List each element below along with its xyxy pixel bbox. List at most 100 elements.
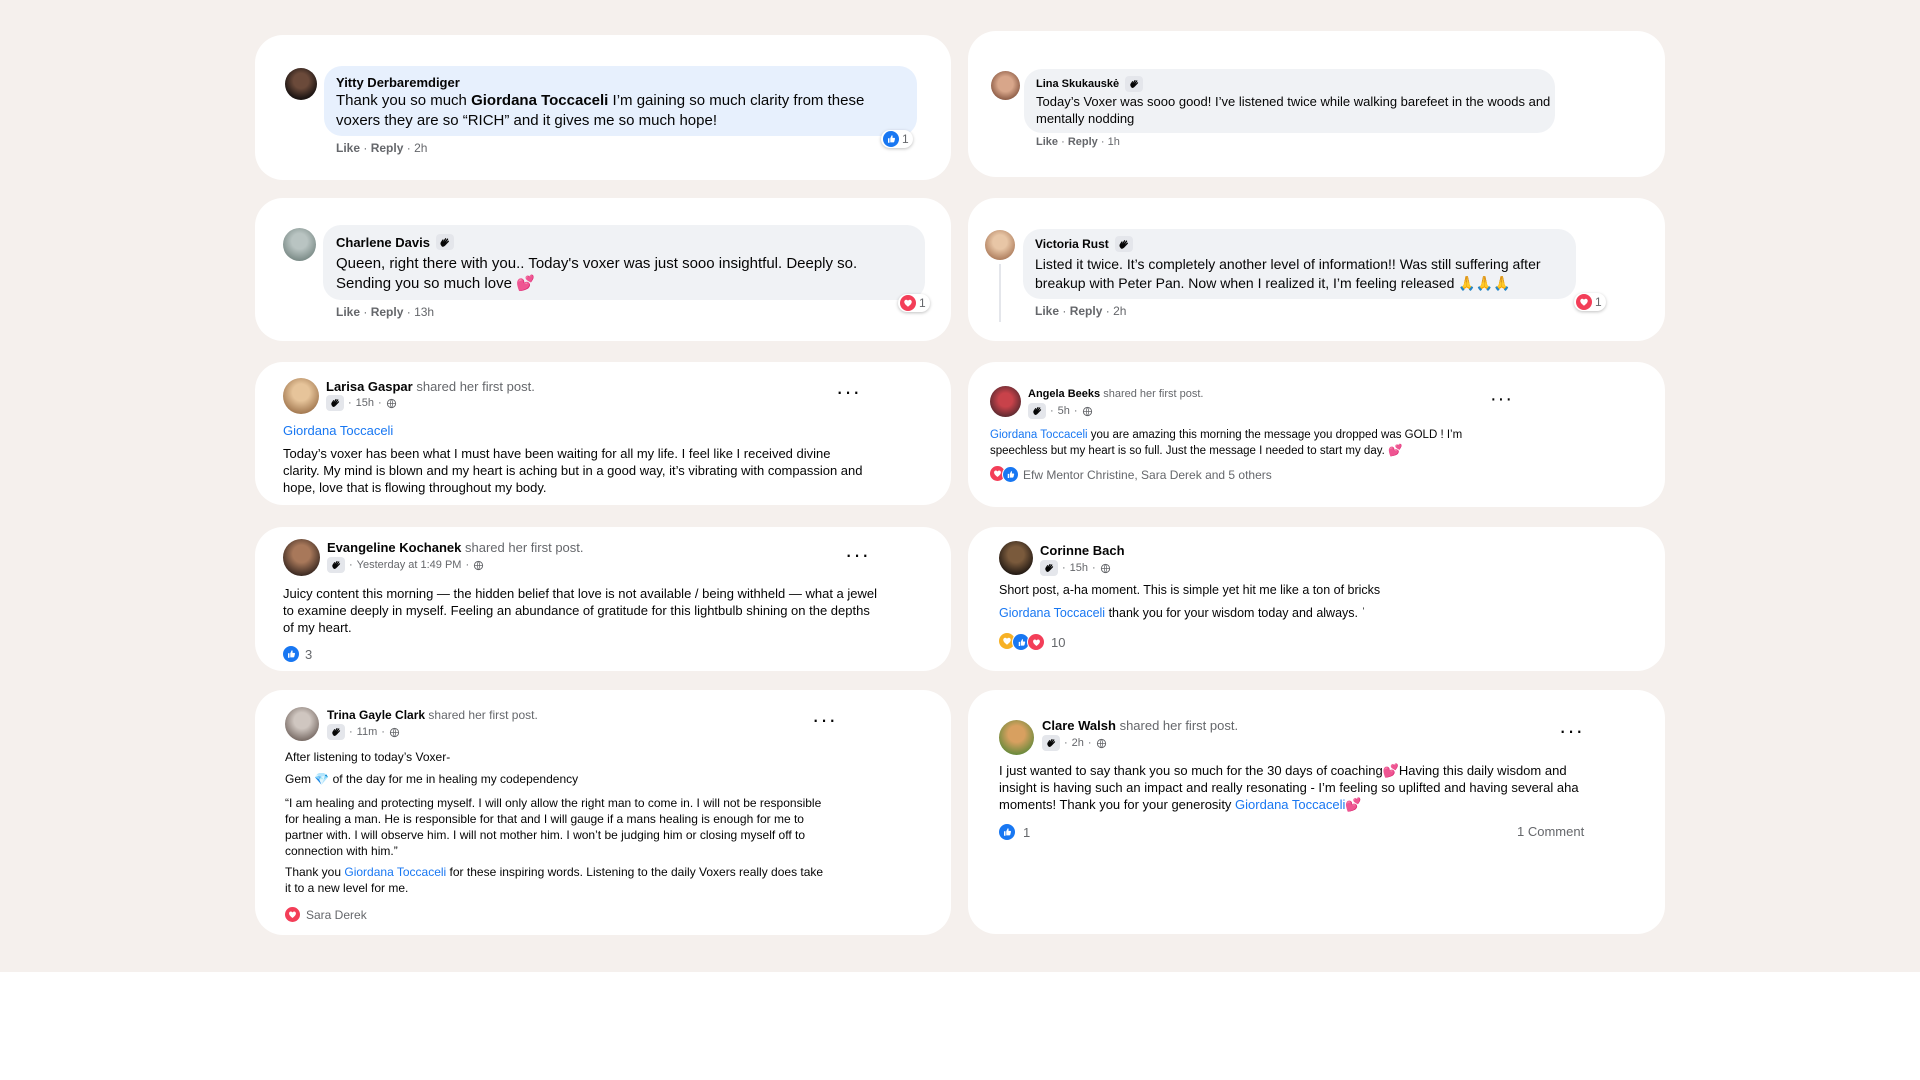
comment-time[interactable]: 13h [414, 305, 434, 319]
comment-time[interactable]: 2h [1113, 304, 1126, 318]
reactions-summary[interactable]: Sara Derek [285, 907, 367, 922]
mention-link[interactable]: Giordana Toccaceli [1235, 797, 1345, 812]
comment-actions: Like · Reply · 2h [336, 141, 427, 155]
post-meta: · 5h · [1028, 403, 1093, 419]
post-time[interactable]: Yesterday at 1:49 PM [357, 559, 462, 571]
post-author[interactable]: Angela Beeks [1028, 388, 1100, 400]
comment-time[interactable]: 1h [1108, 136, 1120, 148]
comment-author[interactable]: Yitty Derbaremdiger [336, 75, 460, 90]
like-button[interactable]: Like [1035, 304, 1059, 318]
post-author[interactable]: Trina Gayle Clark [327, 708, 425, 722]
like-icon [283, 646, 299, 662]
reaction-badge[interactable]: 1 [1574, 293, 1606, 311]
post-shared-label: shared her first post. [465, 540, 584, 555]
separator: · [406, 141, 411, 155]
separator: · [1092, 562, 1096, 574]
post-header: Trina Gayle Clark shared her first post. [327, 708, 538, 722]
mention-link[interactable]: Giordana Toccaceli [471, 92, 608, 109]
post-text-line2: Giordana Toccaceli thank you for your wi… [999, 606, 1366, 620]
more-options-button[interactable]: ··· [836, 381, 861, 403]
comment-author-row: Victoria Rust [1035, 236, 1133, 252]
comment-author[interactable]: Charlene Davis [336, 235, 430, 250]
reactions-summary[interactable]: 1 [999, 824, 1030, 840]
comment-author[interactable]: Lina Skukauskė [1036, 78, 1119, 90]
reaction-count: 1 [919, 296, 926, 310]
comment-card-charlene: Charlene Davis Queen, right there with y… [255, 198, 951, 341]
avatar[interactable] [985, 230, 1015, 260]
comments-count-link[interactable]: 1 Comment [1517, 824, 1584, 839]
reaction-badge[interactable]: 1 [898, 294, 930, 312]
post-line1: After listening to today’s Voxer- [285, 750, 451, 764]
avatar[interactable] [991, 71, 1020, 100]
post-text: Short post, a-ha moment. This is simple … [999, 583, 1381, 597]
comment-actions: Like · Reply · 13h [336, 305, 434, 319]
separator: · [1087, 737, 1092, 749]
mention-link[interactable]: Giordana Toccaceli [344, 865, 446, 879]
reaction-badge[interactable]: 1 [881, 130, 913, 148]
avatar[interactable] [285, 707, 319, 741]
reactions-summary[interactable]: 10 [999, 633, 1065, 651]
avatar[interactable] [999, 541, 1033, 575]
avatar[interactable] [990, 386, 1021, 417]
separator: · [465, 559, 470, 571]
reply-button[interactable]: Reply [371, 305, 404, 319]
like-button[interactable]: Like [336, 305, 360, 319]
post-author[interactable]: Larisa Gaspar [326, 379, 413, 394]
globe-icon [473, 560, 484, 571]
post-author[interactable]: Evangeline Kochanek [327, 540, 461, 555]
post-time[interactable]: 5h [1058, 405, 1070, 417]
comment-card-lina: Lina Skukauskė Today’s Voxer was sooo go… [968, 31, 1665, 177]
post-time[interactable]: 2h [1072, 737, 1084, 749]
comment-actions: Like · Reply · 1h [1036, 136, 1120, 148]
post-author[interactable]: Corinne Bach [1040, 543, 1125, 558]
post-header: Angela Beeks shared her first post. [1028, 388, 1204, 400]
avatar[interactable] [283, 228, 316, 261]
post-line2: Gem 💎 of the day for me in healing my co… [285, 772, 578, 786]
reply-button[interactable]: Reply [371, 141, 404, 155]
more-options-button[interactable]: ··· [1490, 389, 1513, 409]
avatar[interactable] [285, 68, 317, 100]
reply-button[interactable]: Reply [1070, 304, 1103, 318]
separator: · [1062, 304, 1067, 318]
reaction-count: 3 [305, 646, 313, 662]
post-card-evangeline: Evangeline Kochanek shared her first pos… [255, 527, 951, 671]
post-thanks: Thank you Giordana Toccaceli for these i… [285, 864, 825, 896]
reactions-summary[interactable]: 3 [283, 646, 312, 662]
comment-text-part: Thank you so much [336, 92, 472, 109]
mention-link[interactable]: Giordana Toccaceli [999, 606, 1105, 620]
globe-icon [389, 727, 400, 738]
post-text: I just wanted to say thank you so much f… [999, 762, 1599, 813]
like-button[interactable]: Like [336, 141, 360, 155]
post-card-angela: Angela Beeks shared her first post. · 5h… [968, 362, 1665, 507]
top-fan-badge-icon [1040, 560, 1058, 576]
reaction-count: 1 [1595, 295, 1602, 309]
separator: · [1073, 405, 1078, 417]
reply-button[interactable]: Reply [1068, 136, 1098, 148]
more-options-button[interactable]: ··· [812, 709, 837, 731]
avatar[interactable] [999, 720, 1034, 755]
like-icon [1002, 466, 1019, 483]
comment-time[interactable]: 2h [414, 141, 427, 155]
more-options-button[interactable]: ··· [845, 544, 870, 566]
post-time[interactable]: 15h [1070, 562, 1088, 574]
reactions-summary[interactable]: Efw Mentor Christine, Sara Derek and 5 o… [990, 466, 1272, 483]
mention-link[interactable]: Giordana Toccaceli [990, 429, 1088, 441]
comment-author[interactable]: Victoria Rust [1035, 237, 1109, 251]
avatar[interactable] [283, 378, 319, 414]
post-time[interactable]: 15h [356, 397, 374, 409]
separator: · [1062, 562, 1066, 574]
post-author[interactable]: Clare Walsh [1042, 718, 1116, 733]
post-text: Today’s voxer has been what I must have … [283, 446, 863, 495]
more-options-button[interactable]: ··· [1559, 720, 1584, 742]
post-text: Juicy content this morning — the hidden … [283, 586, 878, 635]
like-button[interactable]: Like [1036, 136, 1058, 148]
comment-author-row: Charlene Davis [336, 234, 454, 250]
post-time[interactable]: 11m [357, 726, 378, 738]
like-icon [883, 131, 899, 147]
heart-icon [285, 907, 300, 922]
avatar[interactable] [283, 539, 320, 576]
mention-link[interactable]: Giordana Toccaceli [283, 423, 393, 438]
top-fan-badge-icon [1125, 76, 1144, 92]
separator: · [1061, 136, 1065, 148]
post-card-larisa: Larisa Gaspar shared her first post. · 1… [255, 362, 951, 505]
